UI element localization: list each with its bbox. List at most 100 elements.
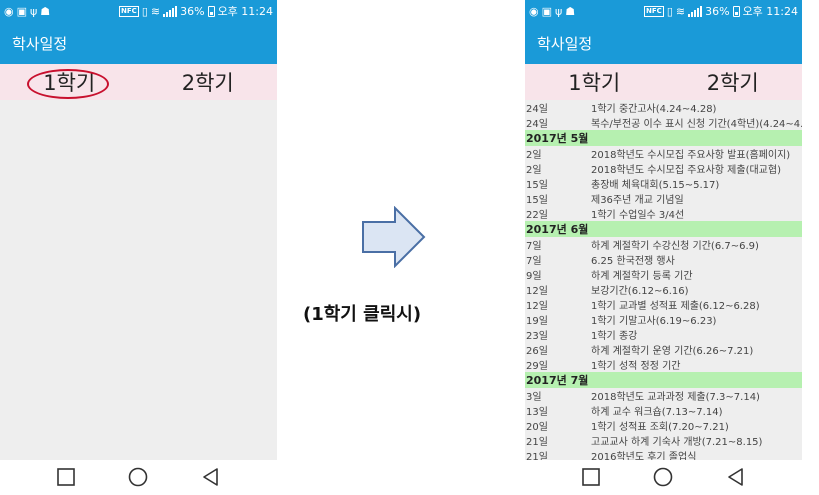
home-button[interactable] bbox=[653, 467, 673, 487]
schedule-event: 하계 계절학기 수강신청 기간(6.7~6.9) bbox=[591, 241, 759, 252]
schedule-event: 고교교사 하계 기숙사 개방(7.21~8.15) bbox=[591, 437, 763, 448]
schedule-row[interactable]: 19일 1학기 기말고사(6.19~6.23) bbox=[525, 312, 802, 327]
vibrate-icon: ▯ bbox=[666, 4, 673, 18]
schedule-row[interactable]: 7일 하계 계절학기 수강신청 기간(6.7~6.9) bbox=[525, 237, 802, 252]
signal-icon bbox=[688, 5, 703, 17]
phone-after: ◉ ▣ ψ ☗ NFC ▯ ≋ 36% 오후 11:24 학사일정 1학기 2학… bbox=[525, 0, 802, 493]
schedule-row[interactable]: 9일 하계 계절학기 등록 기간 bbox=[525, 267, 802, 282]
schedule-day: 21일 bbox=[526, 452, 548, 460]
schedule-event: 1학기 중간고사(4.24~4.28) bbox=[591, 104, 717, 115]
circle-icon bbox=[129, 467, 148, 486]
schedule-row[interactable]: 20일 1학기 성적표 조회(7.20~7.21) bbox=[525, 418, 802, 433]
schedule-event: 2018학년도 수시모집 주요사항 제출(대교협) bbox=[591, 165, 781, 176]
schedule-event: 하계 교수 워크숍(7.13~7.14) bbox=[591, 407, 723, 418]
month-header: 2017년 7월 bbox=[525, 372, 802, 388]
schedule-day: 12일 bbox=[526, 286, 548, 297]
schedule-row[interactable]: 22일 1학기 수업일수 3/4선 bbox=[525, 206, 802, 221]
schedule-row[interactable]: 3일 2018학년도 교과과정 제출(7.3~7.14) bbox=[525, 388, 802, 403]
schedule-day: 13일 bbox=[526, 407, 548, 418]
battery-percent: 36% bbox=[180, 4, 205, 18]
schedule-event: 2018학년도 수시모집 주요사항 발표(홈페이지) bbox=[591, 150, 791, 161]
caption: (1학기 클릭시) bbox=[303, 304, 422, 325]
status-bar: ◉ ▣ ψ ☗ NFC ▯ ≋ 36% 오후 11:24 bbox=[0, 0, 277, 22]
status-bar: ◉ ▣ ψ ☗ NFC ▯ ≋ 36% 오후 11:24 bbox=[525, 0, 802, 22]
usb-icon: ψ bbox=[30, 4, 38, 18]
schedule-row[interactable]: 29일 1학기 성적 정정 기간 bbox=[525, 357, 802, 372]
schedule-event: 2016학년도 후기 졸업식 bbox=[591, 452, 697, 460]
schedule-row[interactable]: 2일 2018학년도 수시모집 주요사항 발표(홈페이지) bbox=[525, 146, 802, 161]
schedule-event: 1학기 수업일수 3/4선 bbox=[591, 210, 685, 221]
usb-icon: ψ bbox=[555, 4, 563, 18]
semester-tabs: 1학기 2학기 bbox=[525, 64, 802, 100]
schedule-event: 1학기 교과별 성적표 제출(6.12~6.28) bbox=[591, 301, 760, 312]
schedule-row[interactable]: 23일 1학기 종강 bbox=[525, 327, 802, 342]
image-icon: ▣ bbox=[541, 4, 553, 18]
clock: 오후 11:24 bbox=[742, 5, 798, 18]
schedule-row[interactable]: 13일 하계 교수 워크숍(7.13~7.14) bbox=[525, 403, 802, 418]
back-button[interactable] bbox=[201, 467, 221, 487]
schedule-day: 15일 bbox=[526, 195, 548, 206]
recent-apps-button[interactable] bbox=[581, 467, 601, 487]
schedule-row[interactable]: 2일 2018학년도 수시모집 주요사항 제출(대교협) bbox=[525, 161, 802, 176]
schedule-event: 1학기 기말고사(6.19~6.23) bbox=[591, 316, 717, 327]
schedule-row[interactable]: 26일 하계 계절학기 운영 기간(6.26~7.21) bbox=[525, 342, 802, 357]
highlight-circle bbox=[27, 69, 109, 99]
recent-apps-button[interactable] bbox=[56, 467, 76, 487]
semester-tabs: 1학기 2학기 bbox=[0, 64, 277, 100]
schedule-row[interactable]: 12일 1학기 교과별 성적표 제출(6.12~6.28) bbox=[525, 297, 802, 312]
battery-percent: 36% bbox=[705, 4, 730, 18]
nfc-icon: NFC bbox=[644, 5, 664, 17]
schedule-event: 1학기 성적 정정 기간 bbox=[591, 361, 681, 372]
phone-before: ◉ ▣ ψ ☗ NFC ▯ ≋ 36% 오후 11:24 학사일정 1학기 2학… bbox=[0, 0, 277, 493]
schedule-row[interactable]: 24일 1학기 중간고사(4.24~4.28) bbox=[525, 100, 802, 115]
image-icon: ▣ bbox=[16, 4, 28, 18]
schedule-event: 총장배 체육대회(5.15~5.17) bbox=[591, 180, 720, 191]
schedule-day: 26일 bbox=[526, 346, 548, 357]
schedule-day: 24일 bbox=[526, 119, 548, 130]
nfc-icon: NFC bbox=[119, 5, 139, 17]
schedule-row[interactable]: 7일 6.25 한국전쟁 행사 bbox=[525, 252, 802, 267]
schedule-row[interactable]: 15일 총장배 체육대회(5.15~5.17) bbox=[525, 176, 802, 191]
signal-icon bbox=[163, 5, 178, 17]
schedule-row[interactable]: 21일 2016학년도 후기 졸업식 bbox=[525, 448, 802, 460]
schedule-day: 20일 bbox=[526, 422, 548, 433]
triangle-back-icon bbox=[203, 467, 218, 486]
schedule-day: 9일 bbox=[526, 271, 542, 282]
app-title: 학사일정 bbox=[12, 34, 68, 53]
vibrate-icon: ▯ bbox=[141, 4, 148, 18]
app-bar: 학사일정 bbox=[525, 22, 802, 64]
schedule-row[interactable]: 12일 보강기간(6.12~6.16) bbox=[525, 282, 802, 297]
month-header: 2017년 5월 bbox=[525, 130, 802, 146]
square-icon bbox=[57, 467, 75, 486]
schedule-day: 23일 bbox=[526, 331, 548, 342]
schedule-day: 29일 bbox=[526, 361, 548, 372]
schedule-day: 22일 bbox=[526, 210, 548, 221]
battery-icon bbox=[207, 5, 215, 17]
schedule-row[interactable]: 15일 제36주년 개교 기념일 bbox=[525, 191, 802, 206]
schedule-event: 2018학년도 교과과정 제출(7.3~7.14) bbox=[591, 392, 760, 403]
schedule-event: 6.25 한국전쟁 행사 bbox=[591, 256, 675, 267]
schedule-event: 보강기간(6.12~6.16) bbox=[591, 286, 689, 297]
schedule-list[interactable]: 24일 1학기 중간고사(4.24~4.28) 24일 복수/부전공 이수 표시 신청… bbox=[525, 100, 802, 460]
wifi-icon: ≋ bbox=[150, 4, 161, 18]
schedule-day: 15일 bbox=[526, 180, 548, 191]
app-notification-icon: ◉ bbox=[529, 4, 539, 18]
schedule-day: 7일 bbox=[526, 256, 542, 267]
schedule-day: 2일 bbox=[526, 165, 542, 176]
square-icon bbox=[582, 467, 600, 486]
schedule-event: 1학기 성적표 조회(7.20~7.21) bbox=[591, 422, 729, 433]
tab-semester-2[interactable]: 2학기 bbox=[139, 67, 278, 97]
home-button[interactable] bbox=[128, 467, 148, 487]
month-header: 2017년 6월 bbox=[525, 221, 802, 237]
schedule-row[interactable]: 21일 고교교사 하계 기숙사 개방(7.21~8.15) bbox=[525, 433, 802, 448]
back-button[interactable] bbox=[726, 467, 746, 487]
schedule-event: 1학기 종강 bbox=[591, 331, 638, 342]
schedule-day: 19일 bbox=[526, 316, 548, 327]
navigation-bar bbox=[525, 460, 802, 493]
tab-semester-1[interactable]: 1학기 bbox=[525, 67, 664, 97]
schedule-event: 하계 계절학기 운영 기간(6.26~7.21) bbox=[591, 346, 754, 357]
tab-semester-2[interactable]: 2학기 bbox=[664, 67, 803, 97]
app-bar: 학사일정 bbox=[0, 22, 277, 64]
android-icon: ☗ bbox=[40, 4, 51, 18]
schedule-row[interactable]: 24일 복수/부전공 이수 표시 신청 기간(4학년)(4.24~4.28) bbox=[525, 115, 802, 130]
